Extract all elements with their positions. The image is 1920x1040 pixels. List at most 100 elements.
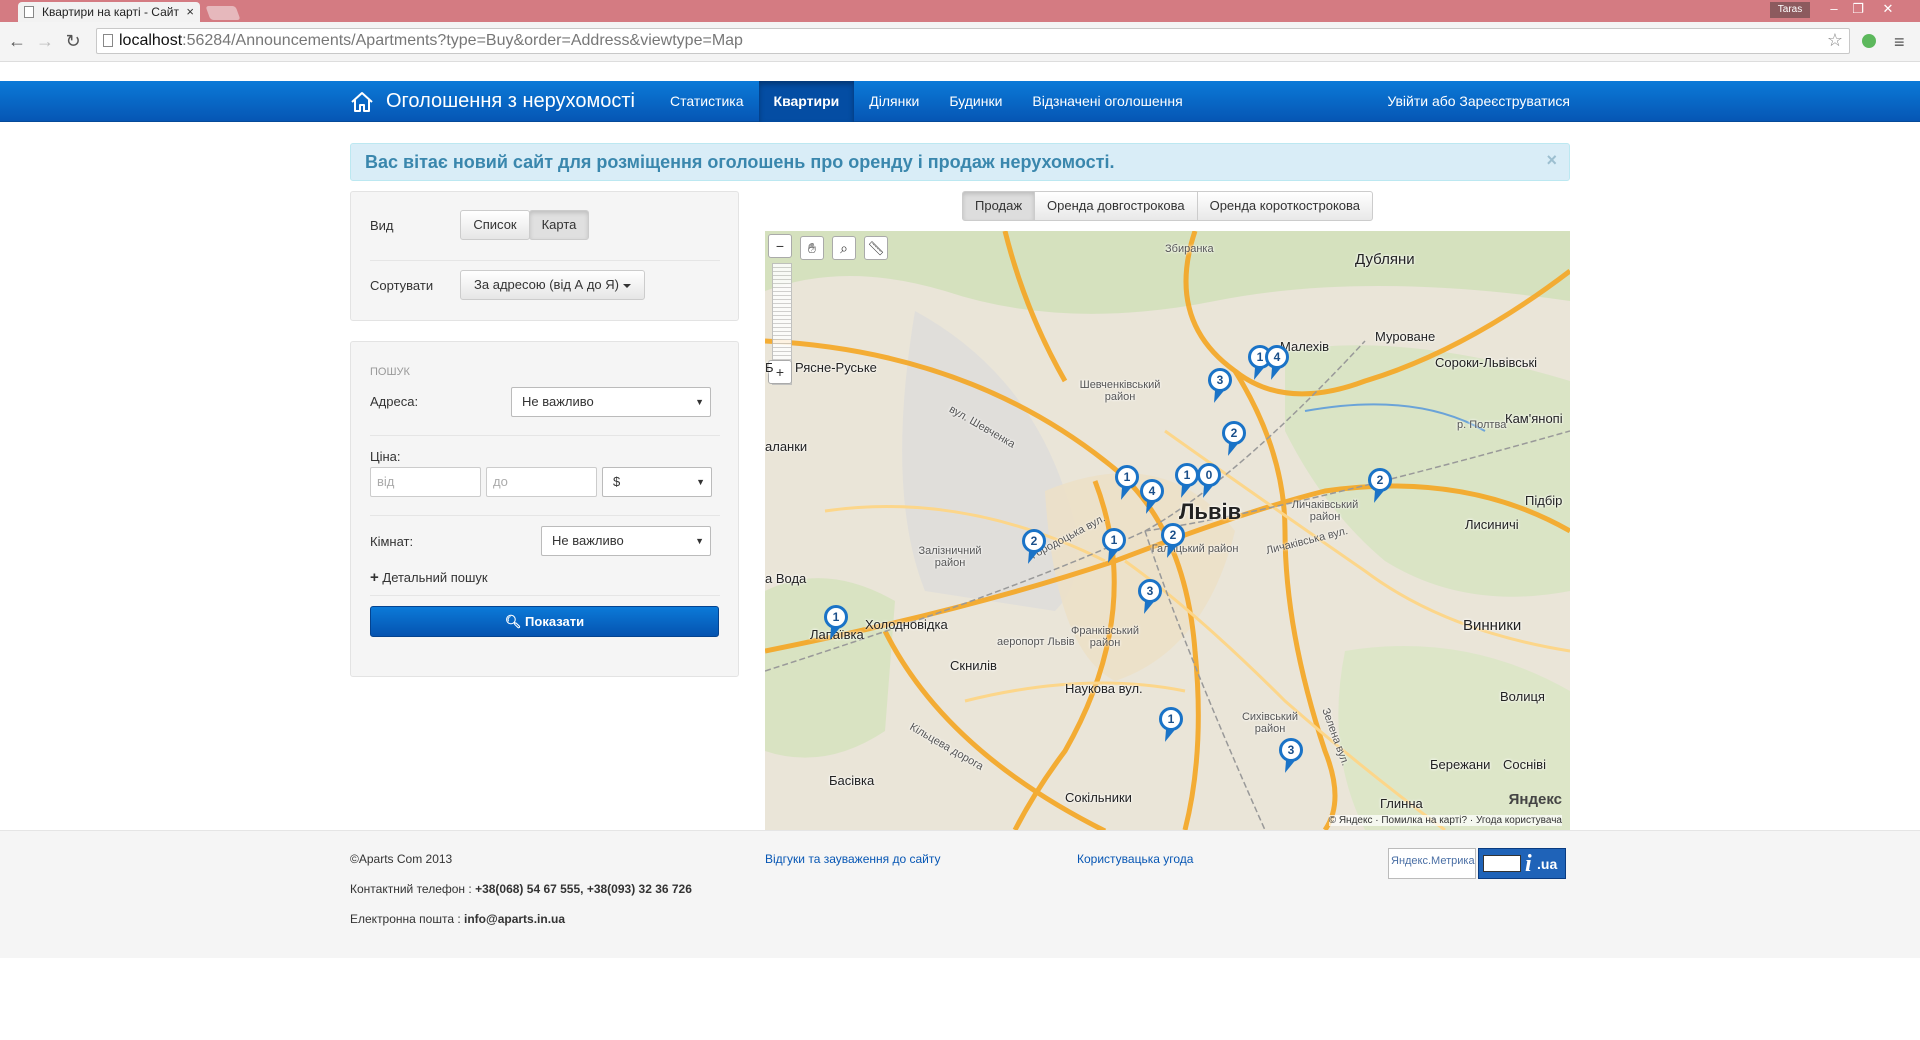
map-label: Залізничний район bbox=[918, 545, 982, 569]
nav-marked[interactable]: Відзначені оголошення bbox=[1017, 81, 1197, 122]
map-marker[interactable]: 1 bbox=[824, 605, 850, 642]
map-label: Скнилів bbox=[950, 658, 997, 673]
map-label: Глинна bbox=[1380, 796, 1423, 811]
map-marker[interactable]: 2 bbox=[1222, 421, 1248, 458]
map-marker[interactable]: 2 bbox=[1368, 468, 1394, 505]
divider bbox=[370, 515, 720, 516]
map-marker[interactable]: 0 bbox=[1197, 463, 1223, 500]
rooms-value: Не важливо bbox=[552, 533, 624, 548]
view-map-button[interactable]: Карта bbox=[529, 210, 589, 240]
nav-statistics[interactable]: Статистика bbox=[655, 81, 759, 122]
show-button[interactable]: 🔍︎ Показати bbox=[370, 606, 719, 637]
page-icon bbox=[24, 6, 34, 18]
nav-plots[interactable]: Ділянки bbox=[854, 81, 934, 122]
tab-title: Квартири на карті - Сайт bbox=[42, 5, 179, 19]
close-icon[interactable]: × bbox=[1546, 150, 1557, 171]
menu-icon[interactable]: ≡ bbox=[1894, 32, 1905, 53]
map-label: Наукова вул. bbox=[1065, 681, 1143, 696]
zoom-out-icon[interactable]: − bbox=[768, 234, 792, 258]
address-select[interactable]: Не важливо ▼ bbox=[511, 387, 711, 417]
map-label: Сихівський район bbox=[1241, 711, 1299, 735]
map-marker[interactable]: 1 bbox=[1159, 707, 1185, 744]
map-marker[interactable]: 1 bbox=[1115, 465, 1141, 502]
divider bbox=[370, 435, 720, 436]
email-label: Електронна пошта : bbox=[350, 912, 465, 926]
footer-copyright: ©Aparts Com 2013 bbox=[350, 852, 453, 866]
map-label: Збиранка bbox=[1165, 243, 1214, 255]
iua-label: .ua bbox=[1537, 856, 1558, 872]
footer bbox=[0, 830, 1920, 958]
sort-dropdown[interactable]: За адресою (від А до Я) bbox=[460, 270, 645, 300]
map-label: Басівка bbox=[829, 773, 875, 788]
nav-apartments[interactable]: Квартири bbox=[758, 81, 855, 122]
address-bar[interactable]: localhost:56284/Announcements/Apartments… bbox=[96, 28, 1850, 54]
show-button-label: Показати bbox=[525, 614, 585, 629]
home-icon bbox=[351, 91, 373, 112]
map-label: аланки bbox=[765, 439, 808, 454]
restore-icon[interactable]: ❐ bbox=[1846, 1, 1870, 17]
terms-link[interactable]: Користувацька угода bbox=[1077, 852, 1193, 866]
map-label: Галицький район bbox=[1151, 543, 1239, 555]
new-tab-button[interactable] bbox=[205, 6, 241, 20]
map-label: Шевченківський район bbox=[1079, 379, 1161, 403]
map-marker[interactable]: 2 bbox=[1022, 529, 1048, 566]
price-from-input[interactable]: від bbox=[370, 467, 481, 497]
dropdown-arrow-icon: ▼ bbox=[696, 477, 705, 487]
extension-icon[interactable] bbox=[1862, 34, 1876, 48]
map-label: Б bbox=[765, 360, 774, 375]
login-link[interactable]: Увійти або Зареєструватися bbox=[1387, 81, 1570, 122]
plus-icon: + bbox=[370, 569, 379, 586]
address-value: Не важливо bbox=[522, 394, 594, 409]
close-window-icon[interactable]: ✕ bbox=[1876, 1, 1900, 17]
advanced-search-link[interactable]: + Детальний пошук bbox=[370, 569, 488, 586]
yandex-logo: Яндекс bbox=[1508, 791, 1562, 808]
footer-phone: Контактний телефон : +38(068) 54 67 555,… bbox=[350, 882, 692, 896]
welcome-alert: Вас вітає новий сайт для розміщення огол… bbox=[350, 143, 1570, 181]
map-marker[interactable]: 3 bbox=[1279, 738, 1305, 775]
yandex-metrika-badge[interactable]: Яндекс.Метрика bbox=[1388, 848, 1476, 879]
ruler-icon[interactable]: 📏︎ bbox=[864, 236, 888, 260]
search-icon: 🔍︎ bbox=[504, 614, 522, 629]
reload-icon[interactable]: ↻ bbox=[62, 30, 84, 52]
advanced-search-label: Детальний пошук bbox=[382, 570, 488, 585]
hand-pan-icon[interactable]: ✋︎ bbox=[800, 236, 824, 260]
map-marker[interactable]: 1 bbox=[1102, 528, 1128, 565]
brand-link[interactable]: Оголошення з нерухомості bbox=[350, 81, 635, 122]
view-label: Вид bbox=[370, 218, 394, 233]
forward-icon[interactable]: → bbox=[34, 30, 56, 52]
map-copyright[interactable]: © Яндекс · Помилка на карті? · Угода кор… bbox=[1328, 815, 1562, 826]
map-marker[interactable]: 4 bbox=[1265, 345, 1291, 382]
map-label: Лисиничі bbox=[1465, 517, 1519, 532]
map-city-label: Львів bbox=[1179, 499, 1242, 524]
map-marker[interactable]: 2 bbox=[1161, 523, 1187, 560]
close-tab-icon[interactable]: × bbox=[186, 4, 194, 19]
map-label: Бережани bbox=[1430, 757, 1491, 772]
apartments-map[interactable]: − + ✋︎ ⌕ 📏︎ Збиранка Дубляни Малехів Мур… bbox=[765, 231, 1570, 830]
rooms-label: Кімнат: bbox=[370, 534, 414, 549]
sort-label: Сортувати bbox=[370, 278, 434, 293]
map-marker[interactable]: 3 bbox=[1208, 368, 1234, 405]
currency-select[interactable]: $ ▼ bbox=[602, 467, 712, 497]
tab-sale[interactable]: Продаж bbox=[962, 191, 1036, 221]
email-value: info@aparts.in.ua bbox=[464, 912, 566, 926]
map-marker[interactable]: 4 bbox=[1140, 479, 1166, 516]
map-label: Муроване bbox=[1375, 329, 1436, 344]
bookmark-star-icon[interactable]: ☆ bbox=[1827, 30, 1843, 51]
rooms-select[interactable]: Не важливо ▼ bbox=[541, 526, 711, 556]
url-path: :56284/Announcements/Apartments?type=Buy… bbox=[182, 32, 743, 49]
view-list-button[interactable]: Список bbox=[460, 210, 530, 240]
browser-tab[interactable]: Квартири на карті - Сайт × bbox=[18, 2, 200, 22]
magnifier-icon[interactable]: ⌕ bbox=[832, 236, 856, 260]
feedback-link[interactable]: Відгуки та зауваження до сайту bbox=[765, 852, 940, 866]
footer-email: Електронна пошта : info@aparts.in.ua bbox=[350, 912, 565, 926]
minimize-icon[interactable]: – bbox=[1822, 1, 1846, 16]
iua-counter-badge[interactable]: i .ua bbox=[1478, 848, 1566, 879]
back-icon[interactable]: ← bbox=[6, 30, 28, 52]
map-label: Сокільники bbox=[1065, 790, 1132, 805]
map-marker[interactable]: 3 bbox=[1138, 579, 1164, 616]
price-to-input[interactable]: до bbox=[486, 467, 597, 497]
nav-houses[interactable]: Будинки bbox=[934, 81, 1017, 122]
tab-long-rent[interactable]: Оренда довгострокова bbox=[1034, 191, 1198, 221]
profile-badge[interactable]: Taras bbox=[1770, 2, 1810, 18]
tab-short-rent[interactable]: Оренда короткострокова bbox=[1196, 191, 1373, 221]
